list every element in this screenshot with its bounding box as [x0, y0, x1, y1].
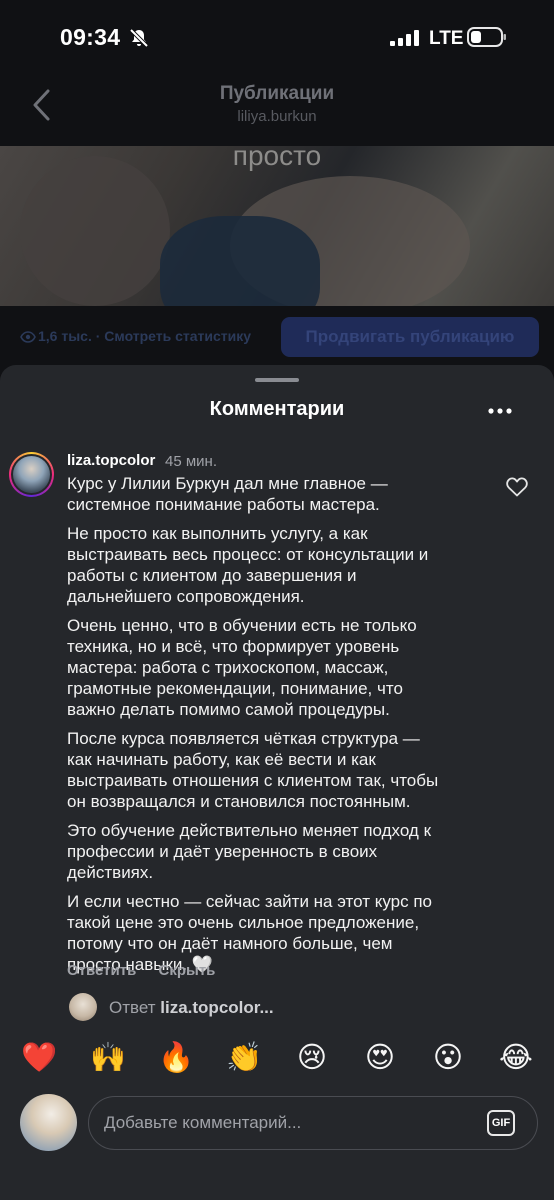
comment-paragraph: Курс у Лилии Буркун дал мне главное — си… — [67, 474, 388, 514]
post-video-preview[interactable]: просто — [0, 146, 554, 306]
reply-prefix: Ответ — [109, 998, 156, 1017]
emoji-raising-hands[interactable]: 🙌 — [90, 1040, 126, 1074]
avatar-image — [13, 456, 50, 493]
bell-off-icon — [129, 28, 149, 48]
comment-paragraph: Не просто как выполнить услугу, а как вы… — [67, 524, 429, 606]
reply-target[interactable]: Ответ liza.topcolor... — [109, 998, 274, 1018]
reply-target-avatar — [69, 993, 97, 1021]
sheet-drag-handle[interactable] — [255, 378, 299, 382]
comment-input-placeholder: Добавьте комментарий... — [104, 1113, 302, 1132]
video-shape — [160, 216, 320, 306]
hide-button[interactable]: Скрыть — [159, 962, 216, 979]
emoji-surprised[interactable]: 😮 — [431, 1040, 465, 1074]
comment-paragraph: Очень ценно, что в обучении есть не толь… — [67, 616, 417, 719]
gif-button[interactable]: GIF — [487, 1110, 515, 1136]
like-heart-icon[interactable] — [506, 477, 528, 497]
emoji-fire[interactable]: 🔥 — [158, 1040, 194, 1074]
emoji-quick-bar: ❤️ 🙌 🔥 👏 😢 😍 😮 😂 — [0, 1040, 554, 1080]
comment-actions: Ответить Скрыть — [67, 962, 233, 979]
comment-paragraph: После курса появляется чёткая структура … — [67, 729, 439, 811]
comment-paragraph: Это обучение действительно меняет подход… — [67, 821, 432, 882]
commenter-avatar[interactable] — [9, 452, 54, 497]
emoji-heart[interactable]: ❤️ — [21, 1040, 57, 1074]
emoji-crying[interactable]: 😢 — [295, 1040, 329, 1074]
network-type: LTE — [429, 28, 464, 49]
emoji-clapping[interactable]: 👏 — [226, 1040, 262, 1074]
comment-username[interactable]: liza.topcolor — [67, 452, 155, 469]
status-bar: 09:34 LTE — [0, 0, 554, 74]
video-shape — [20, 156, 170, 306]
signal-icon — [390, 30, 419, 46]
battery-icon — [467, 27, 506, 47]
page-subtitle: liliya.burkun — [237, 108, 317, 125]
view-stats-link[interactable]: 1,6 тыс. · Смотреть статистику — [38, 328, 251, 344]
avatar-border — [11, 454, 52, 495]
reply-button[interactable]: Ответить — [67, 962, 136, 979]
promote-post-button[interactable]: Продвигать публикацию — [281, 317, 539, 357]
sheet-title: Комментарии — [209, 398, 345, 420]
eye-icon — [20, 331, 36, 343]
my-avatar — [20, 1094, 77, 1151]
emoji-laughing[interactable]: 😂 — [499, 1040, 533, 1074]
comment-text: Курс у Лилии Буркун дал мне главное — си… — [67, 473, 497, 983]
video-caption: просто — [232, 146, 322, 171]
emoji-heart-eyes[interactable]: 😍 — [363, 1040, 397, 1074]
reply-username: liza.topcolor... — [160, 998, 274, 1017]
page-title: Публикации — [219, 83, 335, 104]
more-options-icon[interactable] — [488, 408, 512, 414]
comment-time: 45 мин. — [165, 453, 217, 470]
status-time: 09:34 — [60, 24, 121, 50]
